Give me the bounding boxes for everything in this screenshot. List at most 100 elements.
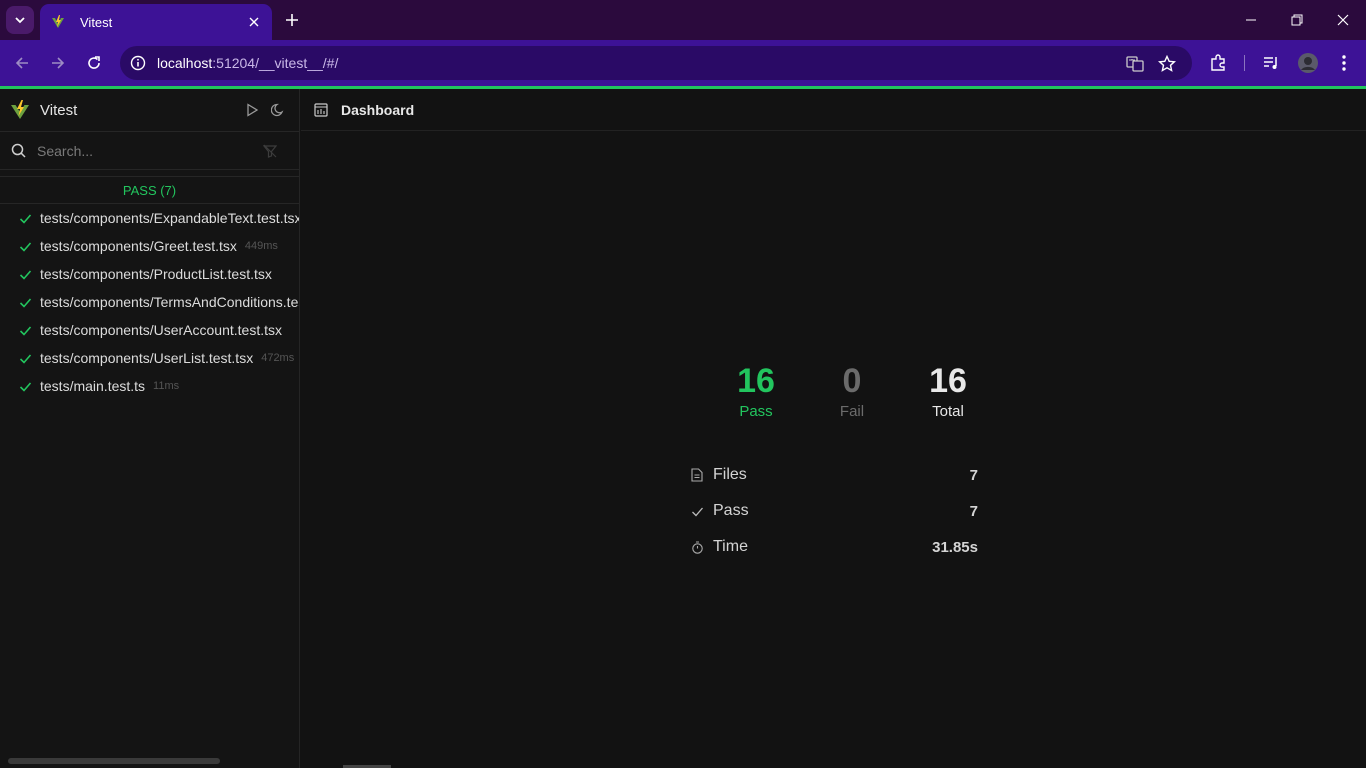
vitest-favicon-icon (50, 14, 66, 30)
test-file-name: tests/components/UserAccount.test.tsx (40, 322, 282, 338)
filter-clear-icon[interactable] (263, 144, 277, 158)
test-file-name: tests/components/UserList.test.tsx (40, 350, 254, 366)
sidebar-header: Vitest (0, 89, 299, 132)
check-icon (18, 295, 32, 309)
pass-stat: 16 Pass (708, 361, 804, 420)
fail-count: 0 (842, 362, 862, 400)
run-details: Files 7 Pass 7 Time 31.85s (690, 457, 978, 565)
timer-icon (690, 540, 704, 554)
close-icon (1337, 14, 1349, 26)
main-panel: Dashboard 16 Pass 0 Fail 16 Total Files … (301, 89, 1366, 768)
app-name: Vitest (40, 101, 78, 119)
media-controls-button[interactable] (1259, 51, 1283, 75)
test-file-item[interactable]: tests/main.test.ts 11ms (0, 372, 299, 400)
files-row: Files 7 (690, 457, 978, 493)
page-title: Dashboard (341, 101, 415, 118)
pass-count: 16 (737, 362, 775, 400)
address-bar[interactable]: localhost:51204/__vitest__/#/ (120, 46, 1192, 80)
check-icon (18, 379, 32, 393)
total-stat: 16 Total (900, 361, 996, 420)
forward-button[interactable] (46, 51, 70, 75)
search-input[interactable] (37, 142, 257, 159)
chevron-down-icon (15, 17, 25, 24)
back-button[interactable] (10, 51, 34, 75)
main-header: Dashboard (301, 89, 1366, 131)
total-count: 16 (929, 362, 967, 400)
browser-tabstrip: Vitest (0, 0, 1366, 40)
arrow-left-icon (15, 57, 28, 69)
search-row (0, 132, 299, 170)
browser-tab-active[interactable]: Vitest (40, 4, 272, 40)
close-tab-icon[interactable] (246, 14, 262, 30)
close-window-button[interactable] (1333, 10, 1353, 30)
check-icon (18, 211, 32, 225)
check-icon (18, 239, 32, 253)
minimize-button[interactable] (1241, 10, 1261, 30)
music-queue-icon (1264, 57, 1277, 69)
puzzle-icon (1211, 54, 1225, 71)
total-label: Total (932, 403, 964, 420)
pass-row: Pass 7 (690, 493, 978, 529)
pass-detail-value: 7 (969, 502, 978, 520)
minimize-icon (1246, 19, 1256, 21)
tab-search-button[interactable] (6, 6, 34, 34)
test-file-item[interactable]: tests/components/UserAccount.test.tsx (0, 316, 299, 344)
browser-toolbar: localhost:51204/__vitest__/#/ (0, 40, 1366, 86)
test-file-name: tests/main.test.ts (40, 378, 146, 394)
fail-label: Fail (839, 403, 865, 420)
test-duration: 472ms (261, 352, 295, 364)
time-label: Time (713, 538, 748, 555)
test-file-item[interactable]: tests/components/TermsAndConditions.test… (0, 288, 299, 316)
url-text: localhost:51204/__vitest__/#/ (157, 55, 338, 71)
arrow-right-icon (52, 57, 65, 69)
avatar-icon (1298, 53, 1318, 73)
test-summary-stats: 16 Pass 0 Fail 16 Total (708, 361, 996, 420)
browser-menu-button[interactable] (1332, 51, 1356, 75)
test-file-name: tests/components/Greet.test.tsx (40, 238, 237, 254)
translate-icon[interactable] (1126, 55, 1144, 73)
test-file-item[interactable]: tests/components/Greet.test.tsx 449ms (0, 232, 299, 260)
test-duration: 11ms (153, 380, 180, 392)
pass-label: Pass (739, 403, 773, 420)
files-label: Files (713, 466, 747, 483)
profile-avatar[interactable] (1296, 51, 1320, 75)
kebab-menu-icon (1342, 55, 1346, 71)
pass-group-header[interactable]: PASS (7) (0, 176, 299, 204)
check-icon (18, 351, 32, 365)
site-info-icon[interactable] (130, 55, 146, 71)
files-value: 7 (969, 466, 978, 484)
file-icon (690, 468, 704, 482)
time-value: 31.85s (932, 538, 978, 556)
test-file-name: tests/components/TermsAndConditions.test… (40, 294, 299, 310)
restore-button[interactable] (1287, 10, 1307, 30)
test-duration: 449ms (244, 240, 278, 252)
test-file-name: tests/components/ExpandableText.test.tsx (40, 210, 300, 226)
url-host: localhost (157, 55, 213, 71)
sidebar-horizontal-scrollbar[interactable] (8, 758, 220, 764)
time-row: Time 31.85s (690, 529, 978, 565)
test-file-item[interactable]: tests/components/ProductList.test.tsx (0, 260, 299, 288)
check-icon (690, 504, 704, 518)
moon-icon (271, 103, 284, 117)
plus-icon (286, 14, 298, 26)
reload-button[interactable] (82, 51, 106, 75)
extensions-button[interactable] (1206, 51, 1230, 75)
test-file-item[interactable]: tests/components/UserList.test.tsx 472ms (0, 344, 299, 372)
restore-icon (1291, 14, 1303, 26)
search-icon (11, 143, 26, 158)
fail-stat: 0 Fail (804, 361, 900, 420)
pass-detail-label: Pass (713, 502, 749, 519)
bookmark-star-icon[interactable] (1158, 55, 1176, 73)
vitest-logo-icon (11, 100, 29, 119)
check-icon (18, 323, 32, 337)
test-file-item[interactable]: tests/components/ExpandableText.test.tsx (0, 204, 299, 232)
toolbar-divider (1244, 55, 1245, 71)
dashboard-icon (314, 102, 328, 117)
play-icon (247, 103, 259, 117)
url-path: :51204/__vitest__/#/ (212, 55, 339, 71)
toggle-theme-button[interactable] (269, 101, 287, 119)
run-all-button[interactable] (243, 101, 261, 119)
tab-title: Vitest (80, 14, 113, 30)
check-icon (18, 267, 32, 281)
new-tab-button[interactable] (282, 10, 302, 30)
